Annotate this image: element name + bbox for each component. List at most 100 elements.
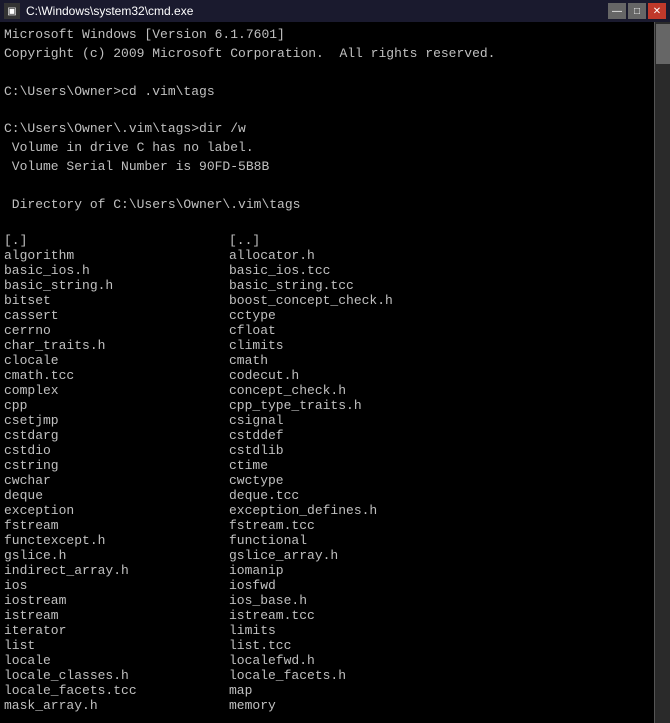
file-col2: cwctype xyxy=(229,473,284,488)
file-row: gslice.hgslice_array.h xyxy=(4,548,650,563)
file-col2: localefwd.h xyxy=(229,653,315,668)
file-row: clocalecmath xyxy=(4,353,650,368)
file-col2: cmath xyxy=(229,353,268,368)
file-col1: locale xyxy=(4,653,229,668)
line-volume: Volume in drive C has no label. xyxy=(4,139,650,158)
file-col2: deque.tcc xyxy=(229,488,299,503)
file-col1: mask_array.h xyxy=(4,698,229,713)
file-col2: basic_ios.tcc xyxy=(229,263,330,278)
file-col2: fstream.tcc xyxy=(229,518,315,533)
file-col2: exception_defines.h xyxy=(229,503,377,518)
file-row: cstdiocstdlib xyxy=(4,443,650,458)
maximize-button[interactable]: □ xyxy=(628,3,646,19)
line-ms-windows: Microsoft Windows [Version 6.1.7601] xyxy=(4,26,650,45)
file-row: locale_facets.tccmap xyxy=(4,683,650,698)
file-row: listlist.tcc xyxy=(4,638,650,653)
window-title: C:\Windows\system32\cmd.exe xyxy=(26,4,193,18)
minimize-button[interactable]: — xyxy=(608,3,626,19)
line-serial: Volume Serial Number is 90FD-5B8B xyxy=(4,158,650,177)
file-col2: iosfwd xyxy=(229,578,276,593)
file-col2: locale_facets.h xyxy=(229,668,346,683)
line-blank1 xyxy=(4,64,650,83)
file-row: mask_array.hmemory xyxy=(4,698,650,713)
file-col1: exception xyxy=(4,503,229,518)
file-col2: ios_base.h xyxy=(229,593,307,608)
file-col1: cstdarg xyxy=(4,428,229,443)
file-row: dequedeque.tcc xyxy=(4,488,650,503)
file-row: cerrnocfloat xyxy=(4,323,650,338)
file-row: cstringctime xyxy=(4,458,650,473)
file-col2: cctype xyxy=(229,308,276,323)
file-col1: fstream xyxy=(4,518,229,533)
file-col2: allocator.h xyxy=(229,248,315,263)
scrollbar[interactable] xyxy=(654,22,670,723)
file-col2: iomanip xyxy=(229,563,284,578)
file-col2: map xyxy=(229,683,252,698)
terminal: Microsoft Windows [Version 6.1.7601] Cop… xyxy=(0,22,670,723)
file-col2: istream.tcc xyxy=(229,608,315,623)
file-col1: algorithm xyxy=(4,248,229,263)
file-row: locale_classes.hlocale_facets.h xyxy=(4,668,650,683)
file-row: iosiosfwd xyxy=(4,578,650,593)
file-col1: locale_facets.tcc xyxy=(4,683,229,698)
file-row: exceptionexception_defines.h xyxy=(4,503,650,518)
file-row: [.][..] xyxy=(4,233,650,248)
file-col1: char_traits.h xyxy=(4,338,229,353)
file-col1: clocale xyxy=(4,353,229,368)
file-col1: cwchar xyxy=(4,473,229,488)
file-row: cmath.tcccodecut.h xyxy=(4,368,650,383)
line-dir-command: C:\Users\Owner\.vim\tags>dir /w xyxy=(4,120,650,139)
file-row: cstdargcstddef xyxy=(4,428,650,443)
line-cd-command: C:\Users\Owner>cd .vim\tags xyxy=(4,83,650,102)
file-col2: climits xyxy=(229,338,284,353)
file-col2: cfloat xyxy=(229,323,276,338)
line-directory: Directory of C:\Users\Owner\.vim\tags xyxy=(4,196,650,215)
file-row: localelocalefwd.h xyxy=(4,653,650,668)
file-col1: istream xyxy=(4,608,229,623)
file-col2: cstddef xyxy=(229,428,284,443)
file-row: algorithmallocator.h xyxy=(4,248,650,263)
file-col1: bitset xyxy=(4,293,229,308)
file-row: cppcpp_type_traits.h xyxy=(4,398,650,413)
file-row: complexconcept_check.h xyxy=(4,383,650,398)
file-col2: csignal xyxy=(229,413,284,428)
line-copyright: Copyright (c) 2009 Microsoft Corporation… xyxy=(4,45,650,64)
file-col2: gslice_array.h xyxy=(229,548,338,563)
file-col2: list.tcc xyxy=(229,638,291,653)
file-col2: functional xyxy=(229,533,307,548)
file-col1: complex xyxy=(4,383,229,398)
file-col1: gslice.h xyxy=(4,548,229,563)
file-col1: cerrno xyxy=(4,323,229,338)
file-col2: memory xyxy=(229,698,276,713)
file-col1: basic_string.h xyxy=(4,278,229,293)
file-col2: cstdlib xyxy=(229,443,284,458)
file-row: cwcharcwctype xyxy=(4,473,650,488)
title-bar: ▣ C:\Windows\system32\cmd.exe — □ ✕ xyxy=(0,0,670,22)
file-col1: cassert xyxy=(4,308,229,323)
file-row: char_traits.hclimits xyxy=(4,338,650,353)
file-row: csetjmpcsignal xyxy=(4,413,650,428)
file-row: istreamistream.tcc xyxy=(4,608,650,623)
file-col1: csetjmp xyxy=(4,413,229,428)
file-col2: cpp_type_traits.h xyxy=(229,398,362,413)
file-col1: functexcept.h xyxy=(4,533,229,548)
file-row: basic_ios.hbasic_ios.tcc xyxy=(4,263,650,278)
close-button[interactable]: ✕ xyxy=(648,3,666,19)
file-col2: ctime xyxy=(229,458,268,473)
file-col2: basic_string.tcc xyxy=(229,278,354,293)
file-row: iteratorlimits xyxy=(4,623,650,638)
file-col1: locale_classes.h xyxy=(4,668,229,683)
line-blank3 xyxy=(4,177,650,196)
file-col1: cpp xyxy=(4,398,229,413)
scrollbar-thumb[interactable] xyxy=(656,24,670,64)
file-col1: deque xyxy=(4,488,229,503)
file-col1: iterator xyxy=(4,623,229,638)
file-col1: indirect_array.h xyxy=(4,563,229,578)
file-row: fstreamfstream.tcc xyxy=(4,518,650,533)
file-row: functexcept.hfunctional xyxy=(4,533,650,548)
file-col1: cmath.tcc xyxy=(4,368,229,383)
file-col2: boost_concept_check.h xyxy=(229,293,393,308)
title-icon: ▣ xyxy=(4,3,20,19)
file-col2: codecut.h xyxy=(229,368,299,383)
file-row: bitsetboost_concept_check.h xyxy=(4,293,650,308)
